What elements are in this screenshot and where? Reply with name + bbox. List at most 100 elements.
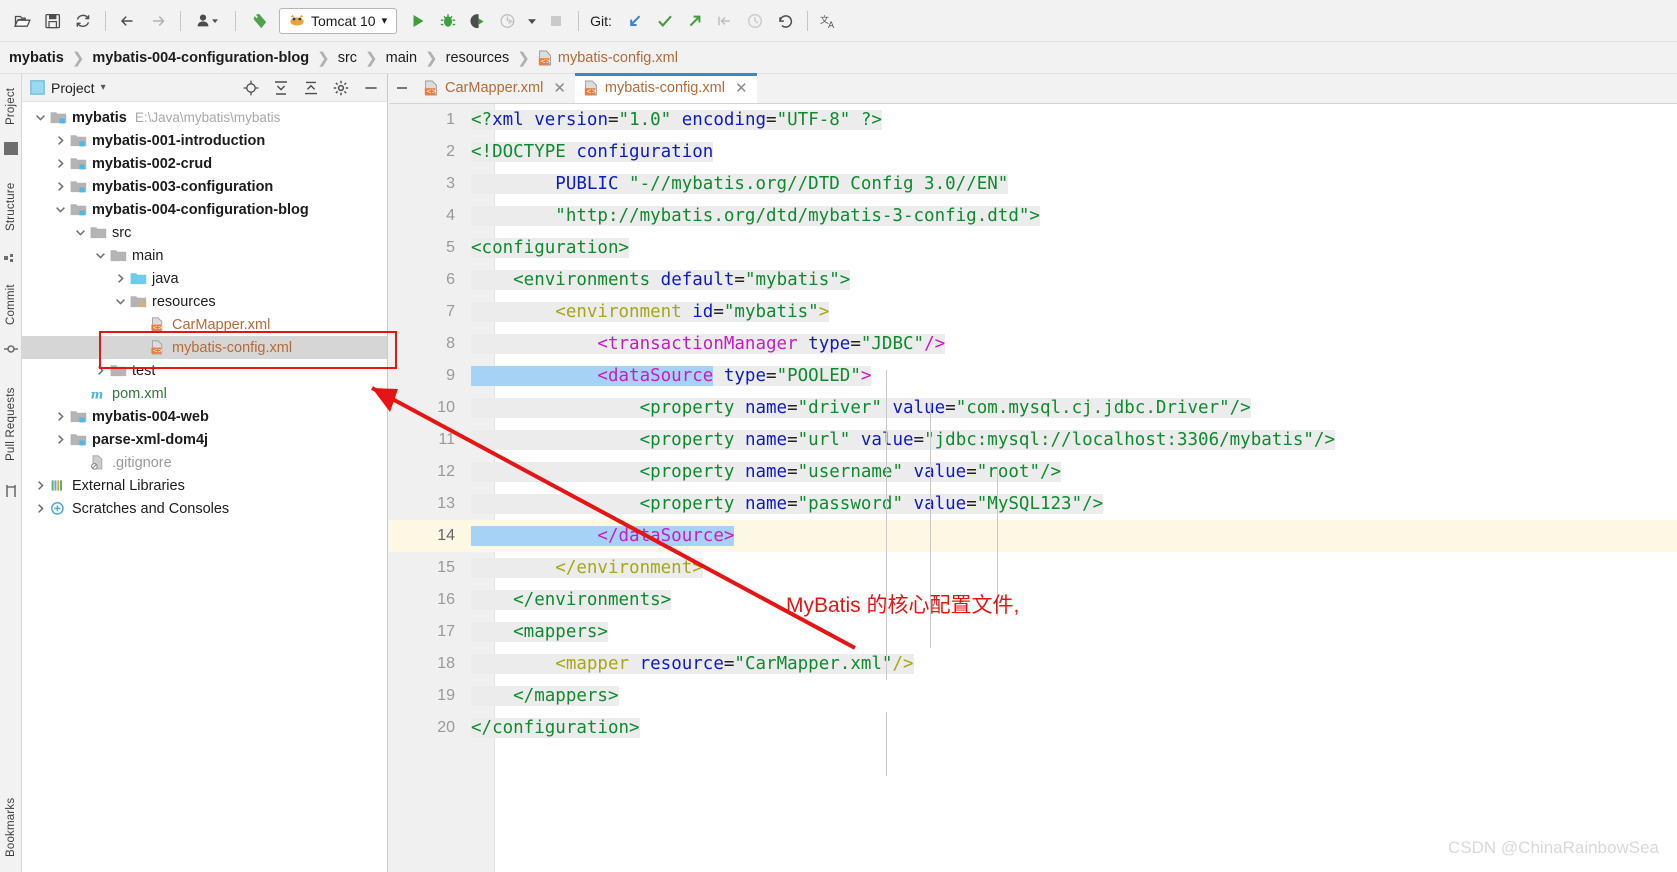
- code-line[interactable]: 18 <mapper resource="CarMapper.xml"/>: [389, 648, 1677, 680]
- tool-window-pull-requests[interactable]: Pull Requests: [0, 370, 22, 478]
- code-line[interactable]: 5–<configuration>: [389, 232, 1677, 264]
- tool-window-project[interactable]: Project: [0, 76, 22, 136]
- code-line[interactable]: 12 <property name="username" value="root…: [389, 456, 1677, 488]
- chevron-right-icon[interactable]: [52, 434, 68, 445]
- code-content[interactable]: 1 <?xml version="1.0" encoding="UTF-8" ?>…: [389, 104, 1677, 872]
- git-history-icon[interactable]: [740, 6, 770, 36]
- git-push-icon[interactable]: [680, 6, 710, 36]
- tree-row[interactable]: mybatis-004-configuration-blog: [22, 198, 387, 221]
- tree-row[interactable]: java: [22, 267, 387, 290]
- sync-refresh-icon[interactable]: [68, 6, 98, 36]
- chevron-right-icon[interactable]: [52, 158, 68, 169]
- tree-row[interactable]: src: [22, 221, 387, 244]
- tree-row[interactable]: mybatis-002-crud: [22, 152, 387, 175]
- code-line[interactable]: 11 <property name="url" value="jdbc:mysq…: [389, 424, 1677, 456]
- chevron-right-icon[interactable]: [32, 480, 48, 491]
- hide-editor-tabs-icon[interactable]: [389, 73, 415, 103]
- breadcrumb-item-3[interactable]: main: [386, 50, 417, 66]
- chevron-down-icon[interactable]: [72, 227, 88, 238]
- code-line[interactable]: 13 <property name="password" value="MySQ…: [389, 488, 1677, 520]
- svg-text:<>: <>: [153, 324, 163, 331]
- build-hammer-icon[interactable]: [243, 6, 273, 36]
- code-line[interactable]: 6– <environments default="mybatis">: [389, 264, 1677, 296]
- code-line[interactable]: 16– </environments>: [389, 584, 1677, 616]
- close-icon[interactable]: ✕: [553, 79, 566, 97]
- profile-icon[interactable]: [493, 6, 523, 36]
- tool-window-bookmarks[interactable]: Bookmarks: [0, 786, 22, 868]
- run-configuration-selector[interactable]: Tomcat 10 ▾: [279, 7, 398, 34]
- tree-row[interactable]: resources: [22, 290, 387, 313]
- code-line[interactable]: 8 <transactionManager type="JDBC"/>: [389, 328, 1677, 360]
- git-rollback-arrow-icon[interactable]: [710, 6, 740, 36]
- tree-row[interactable]: External Libraries: [22, 474, 387, 497]
- breadcrumb-item-2[interactable]: src: [338, 50, 357, 66]
- tree-row-selected[interactable]: <> mybatis-config.xml: [22, 336, 387, 359]
- code-line[interactable]: 2 <!DOCTYPE configuration: [389, 136, 1677, 168]
- code-line[interactable]: 4 "http://mybatis.org/dtd/mybatis-3-conf…: [389, 200, 1677, 232]
- breadcrumb-item-5[interactable]: <> mybatis-config.xml: [538, 50, 678, 66]
- debug-icon[interactable]: [433, 6, 463, 36]
- run-icon[interactable]: [403, 6, 433, 36]
- chevron-right-icon[interactable]: [92, 365, 108, 376]
- chevron-down-icon[interactable]: [52, 204, 68, 215]
- close-icon[interactable]: ✕: [735, 79, 748, 97]
- tree-row[interactable]: .gitignore: [22, 451, 387, 474]
- tree-row[interactable]: parse-xml-dom4j: [22, 428, 387, 451]
- tree-row[interactable]: test: [22, 359, 387, 382]
- profile-dropdown-icon[interactable]: [523, 6, 541, 36]
- code-line[interactable]: 1 <?xml version="1.0" encoding="UTF-8" ?>: [389, 104, 1677, 136]
- tool-window-commit[interactable]: Commit: [0, 274, 22, 336]
- code-line[interactable]: 14– </dataSource>: [389, 520, 1677, 552]
- settings-gear-icon[interactable]: [329, 76, 353, 100]
- code-line[interactable]: 15– </environment>: [389, 552, 1677, 584]
- code-line[interactable]: 20–</configuration>: [389, 712, 1677, 744]
- user-avatar-icon[interactable]: [188, 6, 228, 36]
- tree-row[interactable]: mybatis-001-introduction: [22, 129, 387, 152]
- save-all-icon[interactable]: [38, 6, 68, 36]
- chevron-down-icon[interactable]: [32, 112, 48, 123]
- chevron-right-icon[interactable]: [52, 181, 68, 192]
- code-line[interactable]: 3 PUBLIC "-//mybatis.org//DTD Config 3.0…: [389, 168, 1677, 200]
- tool-window-structure[interactable]: Structure: [0, 169, 22, 245]
- code-line[interactable]: 9– <dataSource type="POOLED">: [389, 360, 1677, 392]
- chevron-down-icon[interactable]: [112, 296, 128, 307]
- chevron-right-icon[interactable]: [52, 135, 68, 146]
- git-update-project-icon[interactable]: [620, 6, 650, 36]
- breadcrumb-separator-0: ❯: [71, 49, 85, 67]
- select-opened-file-icon[interactable]: [239, 76, 263, 100]
- breadcrumb-item-1[interactable]: mybatis-004-configuration-blog: [92, 50, 309, 66]
- hide-panel-icon[interactable]: [359, 76, 383, 100]
- chevron-right-icon[interactable]: [112, 273, 128, 284]
- code-editor[interactable]: 1 <?xml version="1.0" encoding="UTF-8" ?>…: [389, 104, 1677, 872]
- chevron-down-icon[interactable]: [92, 250, 108, 261]
- translate-icon[interactable]: 文A: [815, 6, 845, 36]
- code-line[interactable]: 10 <property name="driver" value="com.my…: [389, 392, 1677, 424]
- tree-row[interactable]: Scratches and Consoles: [22, 497, 387, 520]
- code-line[interactable]: 19– </mappers>: [389, 680, 1677, 712]
- code-line[interactable]: 7– <environment id="mybatis">: [389, 296, 1677, 328]
- tree-row[interactable]: mybatis E:\Java\mybatis\mybatis: [22, 106, 387, 129]
- editor-tab-carmapper[interactable]: <> CarMapper.xml ✕: [415, 73, 575, 103]
- collapse-all-icon[interactable]: [299, 76, 323, 100]
- expand-all-icon[interactable]: [269, 76, 293, 100]
- editor-tab-mybatis-config[interactable]: <> mybatis-config.xml ✕: [574, 73, 757, 103]
- forward-icon[interactable]: [143, 6, 173, 36]
- chevron-down-icon[interactable]: ▾: [101, 82, 106, 93]
- back-icon[interactable]: [113, 6, 143, 36]
- git-commit-icon[interactable]: [650, 6, 680, 36]
- tree-row[interactable]: <> CarMapper.xml: [22, 313, 387, 336]
- chevron-right-icon[interactable]: [32, 503, 48, 514]
- git-revert-icon[interactable]: [770, 6, 800, 36]
- breadcrumb-item-0[interactable]: mybatis: [9, 50, 64, 66]
- tree-row[interactable]: mybatis-004-web: [22, 405, 387, 428]
- project-tree[interactable]: mybatis E:\Java\mybatis\mybatis mybatis-00…: [22, 102, 387, 520]
- tree-row[interactable]: m pom.xml: [22, 382, 387, 405]
- tree-row[interactable]: mybatis-003-configuration: [22, 175, 387, 198]
- tree-row[interactable]: main: [22, 244, 387, 267]
- run-with-coverage-icon[interactable]: [463, 6, 493, 36]
- open-folder-icon[interactable]: [8, 6, 38, 36]
- chevron-right-icon[interactable]: [52, 411, 68, 422]
- breadcrumb-item-4[interactable]: resources: [446, 50, 510, 66]
- code-line[interactable]: 17– <mappers>: [389, 616, 1677, 648]
- stop-icon[interactable]: [541, 6, 571, 36]
